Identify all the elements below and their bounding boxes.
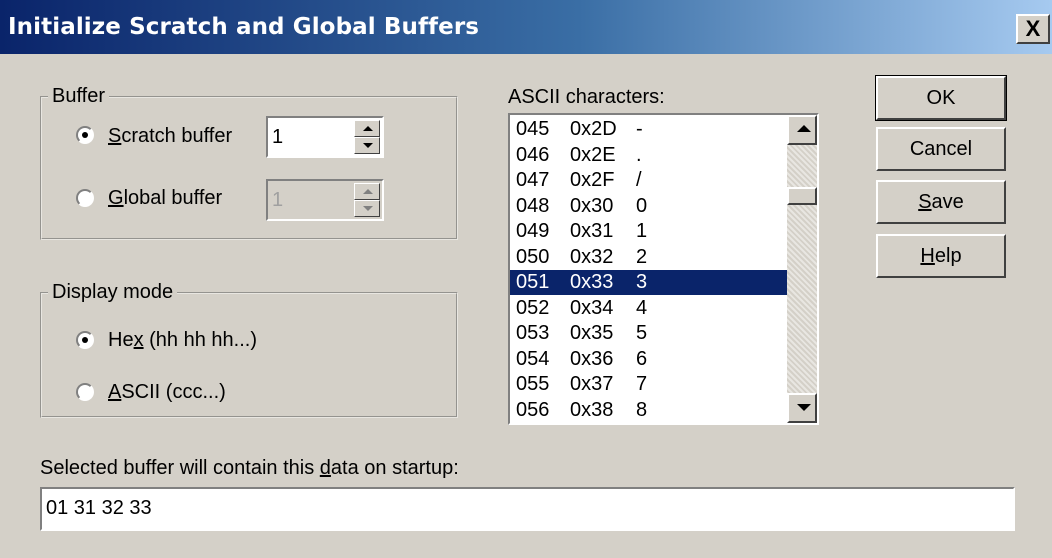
ascii-hex-cell: 0x2E bbox=[570, 143, 616, 166]
down-arrow-icon bbox=[363, 143, 373, 148]
ascii-list-item[interactable]: 053 0x35 5 bbox=[510, 321, 790, 346]
display-mode-groupbox: Display mode bbox=[40, 281, 458, 418]
cancel-button[interactable]: Cancel bbox=[876, 127, 1006, 171]
ascii-hex-cell: 0x35 bbox=[570, 322, 614, 344]
ascii-dec-cell: 052 bbox=[516, 296, 550, 319]
up-arrow-icon bbox=[797, 125, 811, 132]
ascii-ch-cell: . bbox=[636, 143, 642, 166]
global-buffer-label[interactable]: Global buffer bbox=[108, 187, 222, 210]
ascii-ch-cell: 0 bbox=[636, 194, 648, 217]
global-spin-up-button bbox=[354, 183, 380, 200]
scratch-buffer-spinner[interactable]: 1 bbox=[266, 116, 384, 158]
global-spin-down-button bbox=[354, 200, 380, 217]
scratch-buffer-radio[interactable] bbox=[76, 126, 94, 144]
ascii-ch-cell: 3 bbox=[636, 271, 648, 293]
close-button[interactable]: X bbox=[1016, 14, 1050, 44]
help-button[interactable]: Help bbox=[876, 234, 1006, 278]
ascii-mode-radio[interactable] bbox=[76, 383, 94, 401]
ascii-ch-cell: 6 bbox=[636, 347, 648, 370]
ascii-characters-listbox[interactable]: 045 0x2D - 046 0x2E. 047 0x2F / 048 0x30 0 049 0x31 1… bbox=[508, 113, 819, 425]
ascii-dec-cell: 046 bbox=[516, 143, 550, 166]
ascii-dec-cell: 049 bbox=[516, 220, 550, 242]
ascii-list-item[interactable]: 050 0x32 2 bbox=[510, 245, 790, 270]
hex-mode-label[interactable]: Hex (hh hh hh...) bbox=[108, 329, 257, 352]
ascii-ch-cell: 5 bbox=[636, 322, 648, 344]
scrollbar-thumb[interactable] bbox=[787, 187, 817, 205]
ascii-list-item[interactable]: 054 0x36 6 bbox=[510, 347, 790, 372]
scroll-down-button[interactable] bbox=[787, 393, 817, 423]
ascii-list-item[interactable]: 051 0x33 3 bbox=[510, 270, 790, 295]
hex-mode-radio[interactable] bbox=[76, 331, 94, 349]
ascii-dec-cell: 047 bbox=[516, 169, 550, 191]
ascii-dec-cell: 054 bbox=[516, 347, 550, 370]
scratch-buffer-label[interactable]: Scratch buffer bbox=[108, 125, 232, 148]
ascii-hex-cell: 0x2D bbox=[570, 118, 617, 140]
ascii-dec-cell: 050 bbox=[516, 245, 550, 268]
ascii-list-item[interactable]: 049 0x31 1 bbox=[510, 219, 790, 244]
window-title: Initialize Scratch and Global Buffers bbox=[8, 14, 480, 40]
scratch-spin-up-button[interactable] bbox=[354, 120, 380, 137]
ascii-ch-cell: 7 bbox=[636, 373, 648, 395]
buffer-legend: Buffer bbox=[48, 85, 109, 108]
ascii-dec-cell: 053 bbox=[516, 322, 550, 344]
ascii-list-item[interactable]: 047 0x2F / bbox=[510, 168, 790, 193]
ascii-hex-cell: 0x36 bbox=[570, 347, 614, 370]
ascii-characters-label: ASCII characters: bbox=[508, 86, 665, 108]
ascii-hex-cell: 0x38 bbox=[570, 398, 614, 421]
ascii-ch-cell: - bbox=[636, 118, 643, 140]
listbox-scrollbar[interactable] bbox=[787, 115, 817, 423]
scroll-up-button[interactable] bbox=[787, 115, 817, 145]
down-arrow-icon bbox=[363, 206, 373, 211]
global-buffer-radio[interactable] bbox=[76, 189, 94, 207]
ascii-list-item[interactable]: 045 0x2D - bbox=[510, 117, 790, 142]
ascii-ch-cell: 8 bbox=[636, 398, 648, 421]
ascii-dec-cell: 048 bbox=[516, 194, 550, 217]
global-buffer-value: 1 bbox=[272, 189, 284, 211]
save-button[interactable]: Save bbox=[876, 180, 1006, 224]
title-bar: Initialize Scratch and Global Buffers X bbox=[0, 0, 1052, 54]
ascii-ch-cell: 4 bbox=[636, 296, 648, 319]
ascii-mode-label[interactable]: ASCII (ccc...) bbox=[108, 381, 226, 404]
ascii-hex-cell: 0x32 bbox=[570, 245, 614, 268]
buffer-groupbox: Buffer bbox=[40, 85, 458, 240]
ascii-list-item[interactable]: 048 0x30 0 bbox=[510, 194, 790, 219]
startup-data-field[interactable]: 01 31 32 33 bbox=[40, 487, 1015, 531]
ok-button[interactable]: OK bbox=[875, 75, 1007, 121]
ascii-ch-cell: / bbox=[636, 169, 642, 191]
ascii-ch-cell: 1 bbox=[636, 220, 648, 242]
startup-data-label: Selected buffer will contain this data o… bbox=[40, 457, 459, 479]
scratch-spin-down-button[interactable] bbox=[354, 137, 380, 154]
ascii-hex-cell: 0x33 bbox=[570, 271, 614, 293]
ascii-list-item[interactable]: 056 0x38 8 bbox=[510, 398, 790, 423]
ascii-list-item[interactable]: 055 0x37 7 bbox=[510, 372, 790, 397]
display-mode-legend: Display mode bbox=[48, 281, 178, 304]
down-arrow-icon bbox=[797, 404, 811, 411]
ascii-hex-cell: 0x2F bbox=[570, 169, 615, 191]
global-buffer-spinner: 1 bbox=[266, 179, 384, 221]
ascii-dec-cell: 051 bbox=[516, 271, 550, 293]
ascii-list-item[interactable]: 052 0x34 4 bbox=[510, 296, 790, 321]
ascii-ch-cell: 2 bbox=[636, 245, 648, 268]
ascii-dec-cell: 055 bbox=[516, 373, 550, 395]
ascii-dec-cell: 056 bbox=[516, 398, 550, 421]
ascii-hex-cell: 0x31 bbox=[570, 220, 614, 242]
ascii-hex-cell: 0x30 bbox=[570, 194, 614, 217]
ascii-hex-cell: 0x37 bbox=[570, 373, 614, 395]
up-arrow-icon bbox=[363, 189, 373, 194]
ascii-list-item[interactable]: 046 0x2E. bbox=[510, 143, 790, 168]
ascii-hex-cell: 0x34 bbox=[570, 296, 614, 319]
ascii-dec-cell: 045 bbox=[516, 118, 550, 140]
scratch-buffer-value[interactable]: 1 bbox=[272, 126, 283, 148]
up-arrow-icon bbox=[363, 126, 373, 131]
